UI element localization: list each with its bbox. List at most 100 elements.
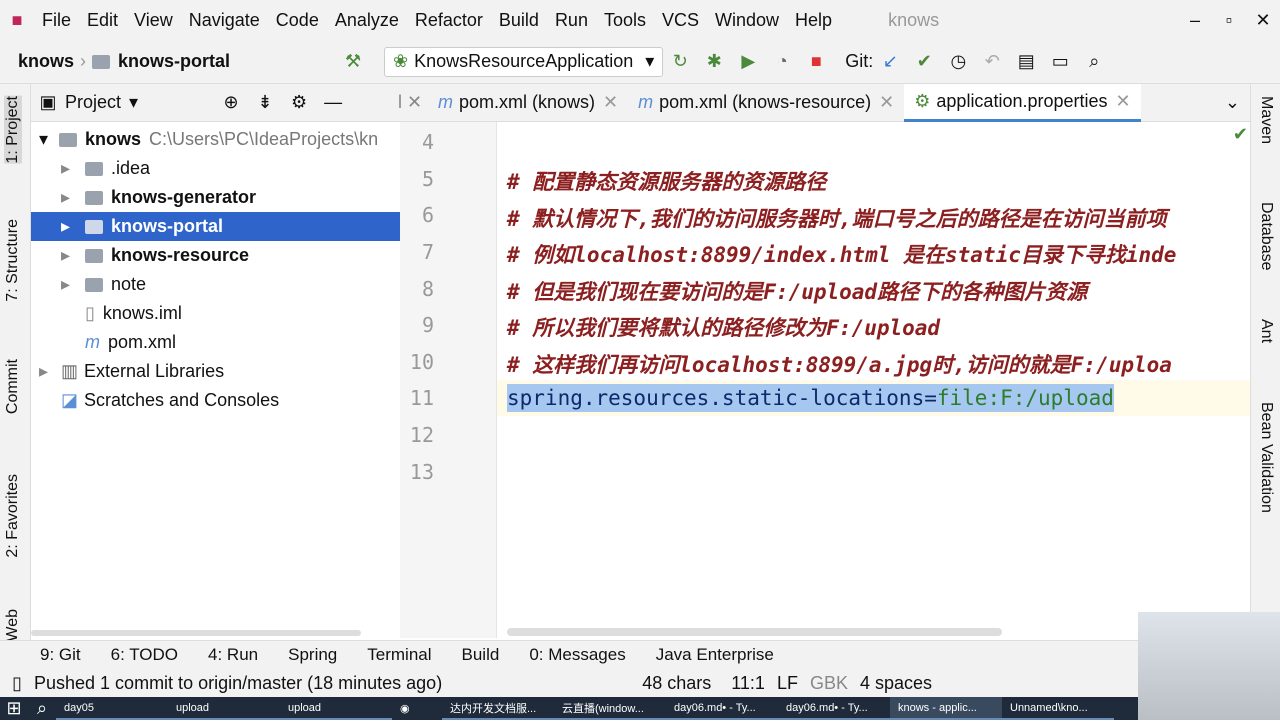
- presentation-icon[interactable]: ▭: [1047, 49, 1073, 75]
- minimize-icon[interactable]: –: [1182, 7, 1208, 33]
- hide-icon[interactable]: —: [320, 90, 346, 116]
- taskbar-item[interactable]: 达内开发文档服...: [442, 697, 554, 720]
- tool-todo[interactable]: 6: TODO: [111, 645, 178, 665]
- menu-refactor[interactable]: Refactor: [407, 10, 491, 31]
- tabs-menu-chevron-icon[interactable]: ⌄: [1225, 92, 1240, 113]
- menu-code[interactable]: Code: [268, 10, 327, 31]
- menu-run[interactable]: Run: [547, 10, 596, 31]
- search-icon[interactable]: ⌕: [32, 696, 52, 722]
- taskbar-item[interactable]: day05: [56, 697, 168, 720]
- tree-item-note[interactable]: ▸ note: [31, 270, 400, 299]
- stop-icon[interactable]: ■: [803, 49, 829, 75]
- horizontal-scrollbar[interactable]: [31, 630, 361, 636]
- line-number: 11: [409, 386, 434, 410]
- menu-edit[interactable]: Edit: [79, 10, 126, 31]
- run-config-select[interactable]: ❀ KnowsResourceApplication ▾: [384, 46, 664, 77]
- tool-favorites[interactable]: 2: Favorites: [4, 474, 22, 558]
- menu-build[interactable]: Build: [491, 10, 547, 31]
- tree-item-scratches[interactable]: ◪ Scratches and Consoles: [31, 386, 400, 415]
- git-commit-icon[interactable]: ✔: [911, 49, 937, 75]
- editor-horizontal-scrollbar[interactable]: [507, 628, 1002, 636]
- tab-pom-knows[interactable]: m pom.xml (knows) ✕: [428, 84, 628, 122]
- gear-icon[interactable]: ⚙: [286, 90, 312, 116]
- tree-item-knows-portal[interactable]: ▸ knows-portal: [31, 212, 400, 241]
- menu-vcs[interactable]: VCS: [654, 10, 707, 31]
- tool-build[interactable]: Build: [462, 645, 500, 665]
- status-line-separator[interactable]: LF: [777, 673, 798, 694]
- tool-ant[interactable]: Ant: [1257, 319, 1275, 343]
- taskbar-item[interactable]: day06.md• - Ty...: [666, 697, 778, 720]
- code-editor[interactable]: # 配置静态资源服务器的资源路径 # 默认情况下,我们的访问服务器时,端口号之后…: [497, 122, 1250, 638]
- rerun-icon[interactable]: ↻: [667, 49, 693, 75]
- breadcrumb-knows[interactable]: knows: [18, 51, 74, 72]
- folder-icon: [92, 54, 111, 69]
- taskbar-item[interactable]: upload: [280, 697, 392, 720]
- status-encoding[interactable]: GBK: [810, 673, 848, 694]
- menu-file[interactable]: File: [34, 10, 79, 31]
- rollback-icon[interactable]: ↶: [979, 49, 1005, 75]
- close-icon[interactable]: ✕: [1116, 91, 1131, 112]
- tree-item-pom-xml[interactable]: m pom.xml: [31, 328, 400, 357]
- git-update-icon[interactable]: ↙: [877, 49, 903, 75]
- build-hammer-icon[interactable]: ⚒: [340, 49, 366, 75]
- tool-java-enterprise[interactable]: Java Enterprise: [656, 645, 774, 665]
- tree-item-knows-generator[interactable]: ▸ knows-generator: [31, 183, 400, 212]
- tool-window-bar: 9: Git 6: TODO 4: Run Spring Terminal Bu…: [0, 640, 1280, 669]
- tree-item-external-libraries[interactable]: ▸ ▥ External Libraries: [31, 357, 400, 386]
- tree-item-knows-resource[interactable]: ▸ knows-resource: [31, 241, 400, 270]
- inspection-ok-icon[interactable]: ✔: [1233, 124, 1248, 145]
- tab-application-properties[interactable]: ⚙ application.properties ✕: [904, 83, 1141, 122]
- project-structure-icon[interactable]: ▤: [1013, 49, 1039, 75]
- tool-web[interactable]: Web: [4, 609, 22, 642]
- taskbar-edge-icon[interactable]: ◉: [392, 697, 442, 720]
- menu-tools[interactable]: Tools: [596, 10, 654, 31]
- status-position[interactable]: 11:1: [731, 673, 765, 694]
- menu-analyze[interactable]: Analyze: [327, 10, 407, 31]
- tab-pom-knows-resource[interactable]: m pom.xml (knows-resource) ✕: [628, 84, 904, 122]
- menu-help[interactable]: Help: [787, 10, 840, 31]
- close-icon[interactable]: ✕: [879, 92, 894, 113]
- tool-structure[interactable]: 7: Structure: [4, 219, 22, 302]
- tool-maven[interactable]: Maven: [1257, 96, 1275, 144]
- menu-navigate[interactable]: Navigate: [181, 10, 268, 31]
- status-indent[interactable]: 4 spaces: [860, 673, 932, 694]
- close-icon[interactable]: ✕: [1250, 7, 1276, 33]
- status-message[interactable]: Pushed 1 commit to origin/master (18 min…: [34, 673, 442, 694]
- menu-view[interactable]: View: [126, 10, 181, 31]
- tool-project[interactable]: 1: Project: [4, 96, 22, 164]
- breadcrumb-knows-portal[interactable]: knows-portal: [118, 51, 230, 72]
- tree-item-knows[interactable]: ▾ knows C:\Users\PC\IdeaProjects\kn: [31, 125, 400, 154]
- collapse-all-icon[interactable]: ⇟: [252, 90, 278, 116]
- tool-terminal[interactable]: Terminal: [367, 645, 431, 665]
- tool-spring[interactable]: Spring: [288, 645, 337, 665]
- taskbar-item[interactable]: 云直播(window...: [554, 697, 666, 720]
- history-icon[interactable]: ◷: [945, 49, 971, 75]
- taskbar-item[interactable]: day06.md• - Ty...: [778, 697, 890, 720]
- tool-commit[interactable]: Commit: [4, 359, 22, 414]
- item-label: note: [111, 274, 147, 294]
- debug-icon[interactable]: ✱: [701, 49, 727, 75]
- profile-icon[interactable]: ◔: [769, 49, 795, 75]
- taskbar-item[interactable]: knows - applic...: [890, 697, 1002, 720]
- project-panel-title[interactable]: Project: [65, 92, 121, 113]
- tool-database[interactable]: Database: [1257, 202, 1275, 271]
- windows-start-icon[interactable]: ⊞: [4, 696, 24, 722]
- chevron-down-icon[interactable]: ▾: [129, 92, 138, 113]
- taskbar-item[interactable]: upload: [168, 697, 280, 720]
- tool-bean-validation[interactable]: Bean Validation: [1257, 402, 1275, 513]
- coverage-icon[interactable]: ▶: [735, 49, 761, 75]
- menu-window[interactable]: Window: [707, 10, 787, 31]
- tool-git[interactable]: 9: Git: [40, 645, 81, 665]
- tab-overflow[interactable]: l ✕: [398, 92, 428, 113]
- close-icon[interactable]: ✕: [603, 92, 618, 113]
- locate-icon[interactable]: ⊕: [218, 90, 244, 116]
- search-icon[interactable]: ⌕: [1081, 49, 1107, 75]
- webcam-overlay: [1138, 612, 1280, 720]
- tool-run[interactable]: 4: Run: [208, 645, 258, 665]
- tree-item-knows-iml[interactable]: ▯ knows.iml: [31, 299, 400, 328]
- tree-item-idea[interactable]: ▸ .idea: [31, 154, 400, 183]
- taskbar-item[interactable]: Unnamed\kno...: [1002, 697, 1114, 720]
- maximize-icon[interactable]: ▫: [1216, 7, 1242, 33]
- status-toggle-icon[interactable]: ▯: [4, 670, 30, 696]
- tool-messages[interactable]: 0: Messages: [529, 645, 625, 665]
